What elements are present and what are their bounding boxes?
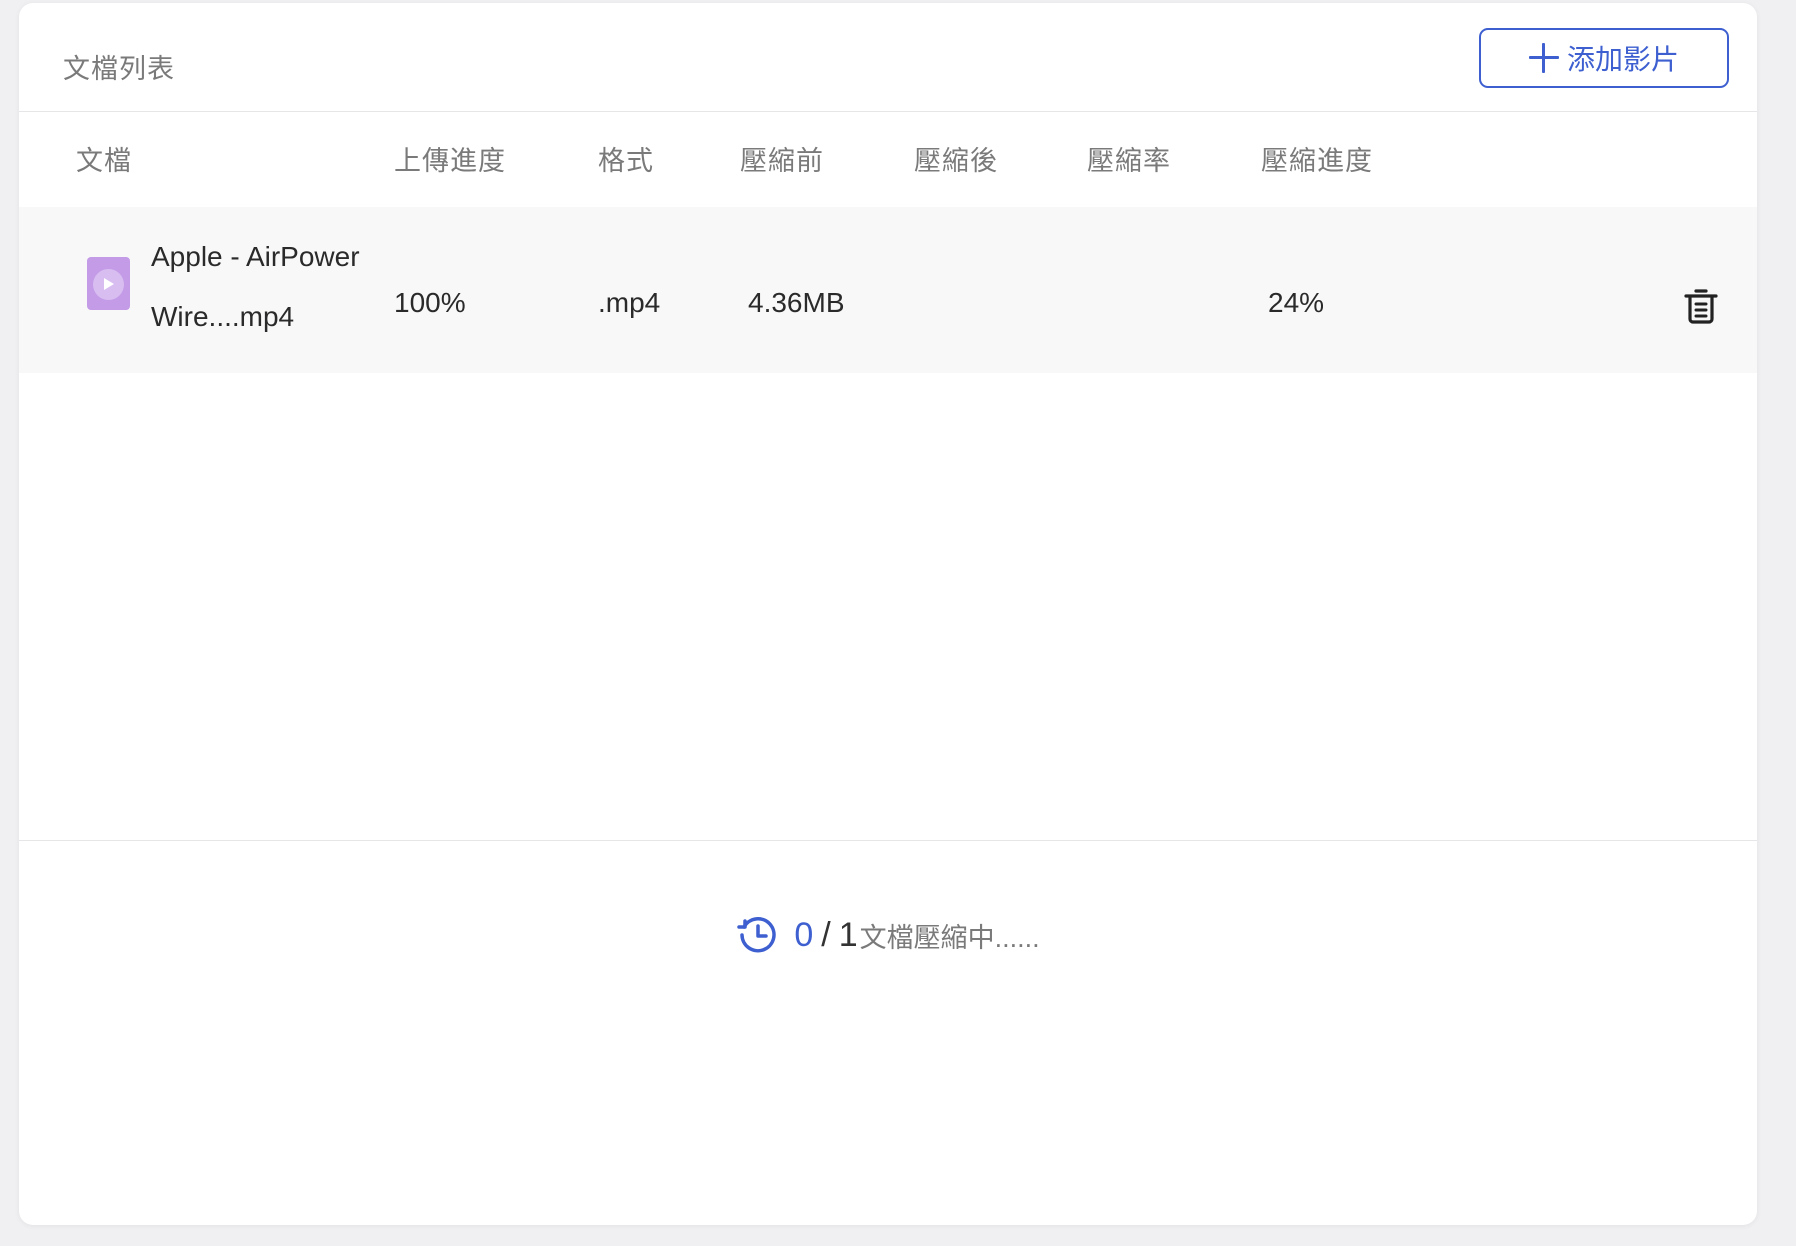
column-header-size-after: 壓縮後 <box>914 146 998 176</box>
column-header-compression-rate: 壓縮率 <box>1087 146 1171 176</box>
file-name: Apple - AirPower Wire....mp4 <box>151 227 411 347</box>
clock-icon <box>737 917 777 953</box>
total-count: 1 <box>838 915 858 954</box>
count-separator: / <box>821 915 831 954</box>
column-header-format: 格式 <box>598 146 654 176</box>
add-video-label: 添加影片 <box>1566 44 1679 75</box>
compression-status: 0 / 1 文檔壓縮中...... <box>19 913 1757 957</box>
panel-header: 文檔列表 添加影片 <box>19 3 1757 112</box>
size-before-value: 4.36MB <box>748 287 845 318</box>
format-value: .mp4 <box>598 287 661 318</box>
plus-icon <box>1528 43 1559 73</box>
file-list-panel: 文檔列表 添加影片 文檔 上傳進度 格式 壓縮前 壓縮後 壓縮率 壓縮進度 Ap… <box>19 3 1757 1225</box>
table-row: Apple - AirPower Wire....mp4 100% .mp4 4… <box>19 207 1757 373</box>
file-name-line1: Apple - AirPower <box>151 241 360 272</box>
video-file-icon <box>87 257 130 310</box>
compression-progress-value: 24% <box>1268 287 1325 318</box>
column-header-file: 文檔 <box>76 146 132 176</box>
footer-divider <box>19 840 1757 841</box>
column-header-size-before: 壓縮前 <box>740 146 824 176</box>
delete-icon[interactable] <box>1683 287 1719 325</box>
file-name-line2: Wire....mp4 <box>151 301 295 332</box>
add-video-button[interactable]: 添加影片 <box>1479 28 1729 88</box>
upload-progress-value: 100% <box>394 287 466 318</box>
column-header-compression-progress: 壓縮進度 <box>1261 146 1373 176</box>
done-count: 0 <box>794 915 814 954</box>
column-header-upload-progress: 上傳進度 <box>394 146 506 176</box>
status-text: 文檔壓縮中...... <box>859 922 1040 953</box>
page-title: 文檔列表 <box>63 54 175 84</box>
